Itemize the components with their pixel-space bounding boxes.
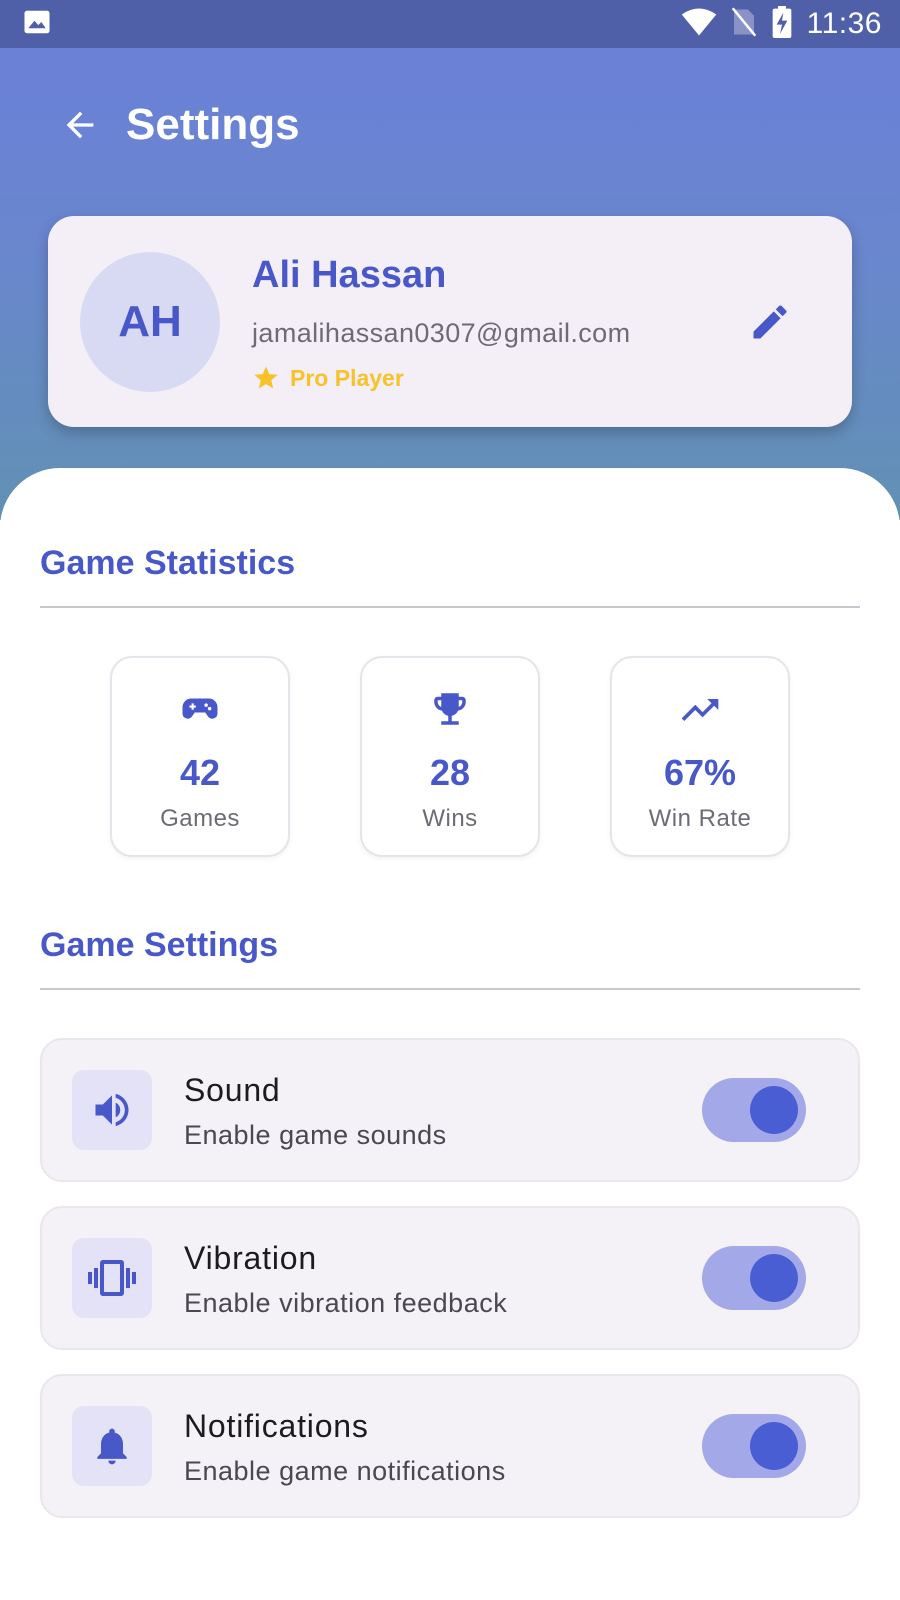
- edit-profile-button[interactable]: [736, 288, 804, 356]
- notifications-toggle[interactable]: [702, 1414, 806, 1478]
- battery-charging-icon: [771, 5, 793, 43]
- arrow-back-icon: [66, 111, 94, 139]
- vibration-toggle[interactable]: [702, 1246, 806, 1310]
- toggle-knob: [750, 1422, 798, 1470]
- setting-sound: Sound Enable game sounds: [40, 1038, 860, 1182]
- clock: 11:36: [806, 7, 882, 40]
- stat-card-games: 42 Games: [110, 656, 290, 857]
- settings-title: Game Settings: [40, 926, 279, 964]
- page-title: Settings: [126, 100, 300, 149]
- back-button[interactable]: [48, 93, 112, 157]
- stat-value: 67%: [663, 752, 737, 793]
- gallery-notification-icon: [22, 7, 52, 42]
- setting-title: Sound: [184, 1072, 281, 1108]
- sound-toggle[interactable]: [702, 1078, 806, 1142]
- bell-icon: [97, 1428, 127, 1465]
- setting-vibration: Vibration Enable vibration feedback: [40, 1206, 860, 1350]
- stat-value: 42: [179, 752, 221, 793]
- setting-notifications: Notifications Enable game notifications: [40, 1374, 860, 1518]
- status-bar: 11:36: [0, 0, 900, 48]
- setting-subtitle: Enable game notifications: [184, 1456, 506, 1486]
- toggle-knob: [750, 1086, 798, 1134]
- trophy-icon: [434, 693, 466, 725]
- statistics-divider: [40, 606, 860, 608]
- setting-subtitle: Enable vibration feedback: [184, 1288, 508, 1318]
- toggle-knob: [750, 1254, 798, 1302]
- star-icon: [254, 366, 278, 389]
- setting-subtitle: Enable game sounds: [184, 1120, 447, 1150]
- no-sim-icon: [731, 6, 757, 42]
- pencil-icon: [753, 305, 787, 339]
- stat-card-win-rate: 67% Win Rate: [610, 656, 790, 857]
- gamepad-icon: [182, 698, 218, 719]
- vibration-icon: [88, 1260, 136, 1296]
- profile-email: jamalihassan0307@gmail.com: [252, 318, 631, 348]
- stat-card-wins: 28 Wins: [360, 656, 540, 857]
- avatar: AH: [80, 252, 220, 392]
- volume-icon: [95, 1093, 129, 1127]
- profile-name: Ali Hassan: [252, 254, 447, 296]
- trending-up-icon: [681, 699, 719, 721]
- badge-label: Pro Player: [290, 364, 404, 391]
- stat-label: Wins: [422, 805, 478, 832]
- app-bar: Settings: [0, 80, 900, 170]
- wifi-icon: [681, 7, 717, 42]
- stat-value: 28: [429, 752, 471, 793]
- stat-label: Games: [160, 805, 240, 832]
- settings-divider: [40, 988, 860, 990]
- pro-badge: Pro Player: [252, 364, 404, 392]
- setting-title: Vibration: [184, 1240, 317, 1276]
- stat-label: Win Rate: [648, 805, 752, 832]
- setting-title: Notifications: [184, 1408, 369, 1444]
- statistics-title: Game Statistics: [40, 544, 296, 582]
- profile-card: AH Ali Hassan jamalihassan0307@gmail.com…: [48, 216, 852, 427]
